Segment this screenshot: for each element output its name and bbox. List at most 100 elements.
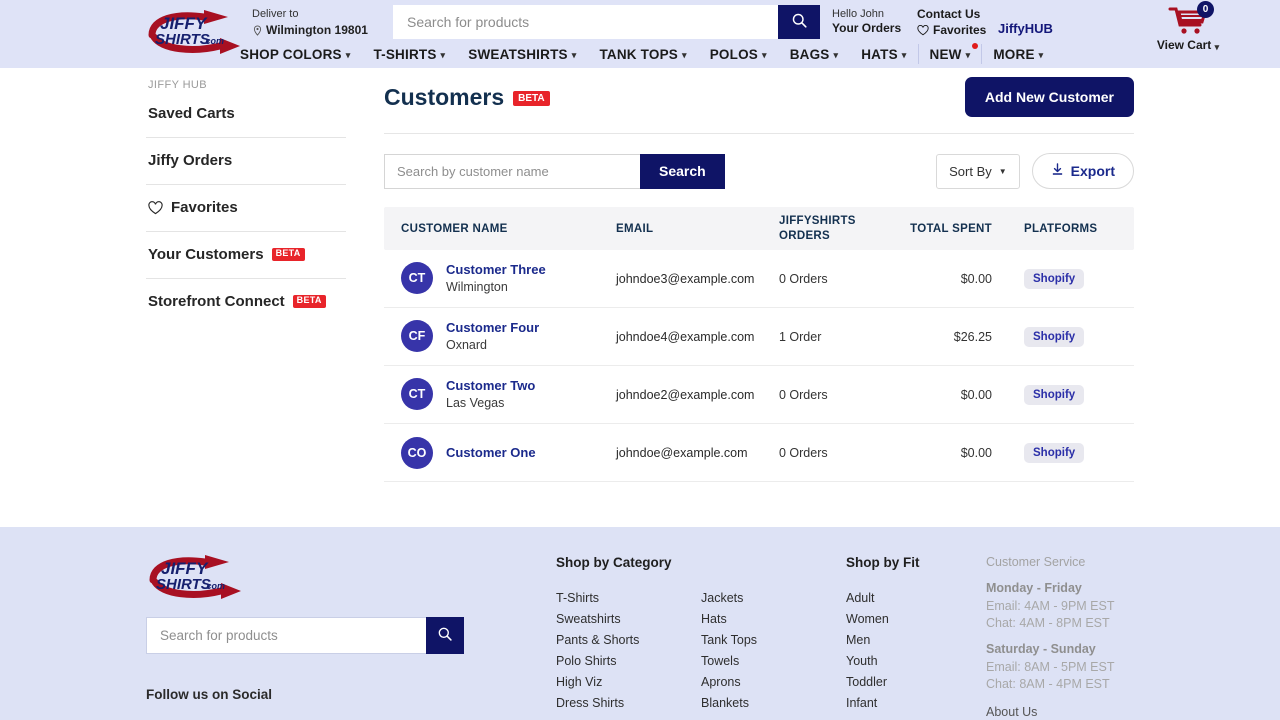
- chevron-down-icon: ▾: [682, 49, 687, 60]
- footer-jiffyshirts-logo[interactable]: JIFFY SHIRTS .com: [146, 550, 244, 602]
- sort-by-dropdown[interactable]: Sort By ▼: [936, 153, 1020, 189]
- nav-item-new[interactable]: NEW ▾: [919, 42, 982, 66]
- cell-email[interactable]: johndoe4@example.com: [616, 330, 779, 344]
- customer-name-link[interactable]: Customer One: [446, 444, 536, 462]
- add-new-customer-button[interactable]: Add New Customer: [964, 77, 1134, 117]
- footer-fit-title: Shop by Fit: [846, 555, 920, 570]
- footer-search[interactable]: [146, 617, 464, 654]
- cell-total-spent: $0.00: [960, 445, 992, 460]
- header-search[interactable]: [393, 5, 820, 39]
- sidebar-item-jiffy-orders[interactable]: Jiffy Orders: [146, 138, 346, 185]
- footer-link[interactable]: Sweatshirts: [556, 609, 701, 630]
- cell-email[interactable]: johndoe@example.com: [616, 446, 779, 460]
- jiffyhub-link[interactable]: JiffyHUB: [998, 21, 1053, 36]
- footer-cs-hours: Monday - Friday Email: 4AM - 9PM EST Chat:…: [986, 579, 1146, 693]
- your-orders-link[interactable]: Your Orders: [832, 21, 901, 37]
- cell-total-spent: $0.00: [960, 271, 992, 286]
- footer-link[interactable]: Youth: [846, 651, 986, 672]
- customer-search-button[interactable]: Search: [640, 153, 725, 189]
- site-header: JIFFY SHIRTS .com Deliver to Wilmington …: [0, 0, 1280, 68]
- cell-email[interactable]: johndoe2@example.com: [616, 388, 779, 402]
- footer-link[interactable]: Dress Shirts: [556, 693, 701, 714]
- footer-category-col1: T-Shirts Sweatshirts Pants & Shorts Polo Sh…: [556, 588, 701, 714]
- sidebar-item-saved-carts[interactable]: Saved Carts: [146, 91, 346, 138]
- jiffyshirts-logo[interactable]: JIFFY SHIRTS .com: [146, 5, 242, 57]
- nav-item-shop-colors[interactable]: SHOP COLORS ▾: [236, 42, 361, 66]
- title-group: Customers BETA: [384, 84, 550, 111]
- footer-search-button[interactable]: [426, 617, 464, 654]
- customer-search[interactable]: Search: [384, 153, 725, 189]
- sidebar-item-favorites[interactable]: Favorites: [146, 185, 346, 232]
- sidebar-item-label: Jiffy Orders: [148, 152, 233, 169]
- nav-item-label: BAGS: [789, 46, 830, 62]
- footer-link[interactable]: Tank Tops: [701, 630, 846, 651]
- footer-link[interactable]: Aprons: [701, 672, 846, 693]
- nav-item-tank-tops[interactable]: TANK TOPS ▾: [588, 42, 697, 66]
- cell-orders: 0 Orders: [779, 271, 828, 286]
- site-footer: JIFFY SHIRTS .com Follow us on Social Sh…: [0, 527, 1280, 720]
- footer-link[interactable]: T-Shirts: [556, 588, 701, 609]
- table-row[interactable]: CF Customer Four Oxnard johndoe4@example.co…: [384, 308, 1134, 366]
- deliver-to[interactable]: Deliver to Wilmington 19801: [252, 8, 368, 38]
- heart-icon: [148, 200, 163, 215]
- chevron-down-icon: ▼: [998, 166, 1007, 176]
- export-button[interactable]: Export: [1031, 153, 1134, 189]
- cell-customer-name: CT Customer Two Las Vegas: [384, 377, 616, 411]
- about-us-link[interactable]: About Us: [986, 705, 1146, 719]
- search-submit-button[interactable]: [778, 5, 820, 39]
- footer-link[interactable]: Infant: [846, 693, 986, 714]
- jiffy-hub-sidebar: JIFFY HUB Saved Carts Jiffy Orders Favorit…: [146, 68, 346, 325]
- cell-customer-name: CO Customer One: [384, 436, 616, 469]
- toolbar-right: Sort By ▼ Export: [936, 153, 1134, 189]
- footer-cs-day: Saturday - Sunday: [986, 642, 1096, 656]
- footer-link[interactable]: Toddler: [846, 672, 986, 693]
- avatar: CO: [401, 436, 433, 469]
- favorites-link[interactable]: Favorites: [917, 23, 986, 39]
- footer-link[interactable]: Jackets: [701, 588, 846, 609]
- footer-link[interactable]: Hats: [701, 609, 846, 630]
- nav-item-hats[interactable]: HATS ▾: [850, 42, 917, 66]
- account-menu[interactable]: Hello John Your Orders: [832, 7, 901, 37]
- sort-by-label: Sort By: [949, 163, 992, 179]
- search-input[interactable]: [393, 5, 778, 39]
- nav-item-sweatshirts[interactable]: SWEATSHIRTS ▾: [457, 42, 587, 66]
- table-row[interactable]: CT Customer Three Wilmington johndoe3@examp…: [384, 250, 1134, 308]
- footer-search-input[interactable]: [146, 617, 426, 654]
- customer-city: Oxnard: [446, 337, 487, 352]
- customer-name-link[interactable]: Customer Four: [446, 319, 539, 337]
- nav-item-more[interactable]: MORE ▾: [982, 42, 1054, 66]
- column-total-spent: TOTAL SPENT: [910, 222, 992, 235]
- view-cart[interactable]: 0 View Cart ▾: [1146, 1, 1230, 52]
- nav-item-bags[interactable]: BAGS ▾: [779, 42, 850, 66]
- customers-toolbar: Search Sort By ▼ Export: [384, 134, 1134, 207]
- footer-link[interactable]: Pants & Shorts: [556, 630, 701, 651]
- cell-platforms: Shopify: [992, 384, 1102, 405]
- shopping-cart-icon: [1168, 7, 1208, 39]
- contact-us-link[interactable]: Contact Us: [917, 7, 986, 23]
- footer-link[interactable]: Blankets: [701, 693, 846, 714]
- nav-item-t-shirts[interactable]: T-SHIRTS ▾: [362, 42, 456, 66]
- footer-link[interactable]: Adult: [846, 588, 986, 609]
- main-nav: SHOP COLORS ▾ T-SHIRTS ▾ SWEATSHIRTS ▾ TANK TO…: [236, 42, 1054, 66]
- deliver-to-value-row: Wilmington 19801: [252, 23, 368, 38]
- footer-link[interactable]: Women: [846, 609, 986, 630]
- footer-link[interactable]: High Viz: [556, 672, 701, 693]
- nav-item-label: MORE: [993, 46, 1035, 62]
- footer-link[interactable]: Towels: [701, 651, 846, 672]
- nav-item-polos[interactable]: POLOS ▾: [699, 42, 778, 66]
- footer-customer-service: Customer Service Monday - Friday Email: 4…: [986, 555, 1146, 719]
- customer-search-input[interactable]: [384, 153, 640, 189]
- footer-link[interactable]: Polo Shirts: [556, 651, 701, 672]
- sidebar-item-your-customers[interactable]: Your Customers BETA: [146, 232, 346, 279]
- cell-email[interactable]: johndoe3@example.com: [616, 272, 779, 286]
- sidebar-item-storefront-connect[interactable]: Storefront Connect BETA: [146, 279, 346, 325]
- footer-fit-list: Adult Women Men Youth Toddler Infant: [846, 588, 986, 714]
- customer-name-link[interactable]: Customer Two: [446, 377, 535, 395]
- table-row[interactable]: CT Customer Two Las Vegas johndoe2@example.…: [384, 366, 1134, 424]
- footer-cs-title: Customer Service: [986, 555, 1086, 569]
- customer-name-link[interactable]: Customer Three: [446, 261, 546, 279]
- footer-link[interactable]: Men: [846, 630, 986, 651]
- page-header: Customers BETA Add New Customer: [384, 68, 1134, 134]
- table-row[interactable]: CO Customer One johndoe@example.com 0 Order…: [384, 424, 1134, 482]
- sidebar-item-label: Your Customers: [148, 246, 264, 263]
